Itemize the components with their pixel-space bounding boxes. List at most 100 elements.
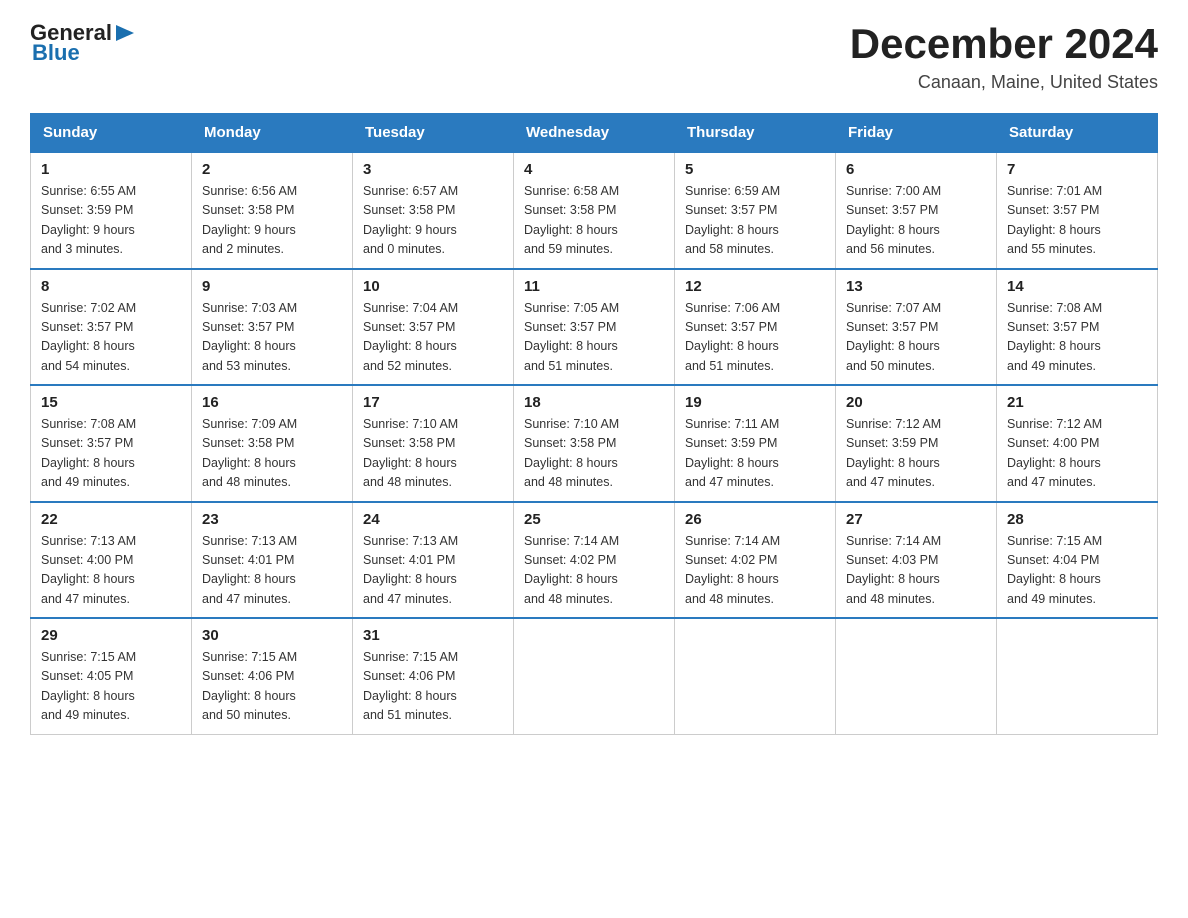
table-row: 2 Sunrise: 6:56 AMSunset: 3:58 PMDayligh…: [192, 152, 353, 269]
table-row: 30 Sunrise: 7:15 AMSunset: 4:06 PMDaylig…: [192, 618, 353, 734]
table-row: 7 Sunrise: 7:01 AMSunset: 3:57 PMDayligh…: [997, 152, 1158, 269]
table-row: 16 Sunrise: 7:09 AMSunset: 3:58 PMDaylig…: [192, 385, 353, 502]
day-info: Sunrise: 6:56 AMSunset: 3:58 PMDaylight:…: [202, 184, 297, 256]
week-row: 29 Sunrise: 7:15 AMSunset: 4:05 PMDaylig…: [31, 618, 1158, 734]
day-info: Sunrise: 7:11 AMSunset: 3:59 PMDaylight:…: [685, 417, 779, 489]
table-row: 31 Sunrise: 7:15 AMSunset: 4:06 PMDaylig…: [353, 618, 514, 734]
day-number: 4: [524, 161, 664, 178]
col-monday: Monday: [192, 114, 353, 153]
day-number: 12: [685, 278, 825, 295]
location-subtitle: Canaan, Maine, United States: [850, 72, 1158, 93]
day-info: Sunrise: 7:13 AMSunset: 4:00 PMDaylight:…: [41, 534, 136, 606]
day-number: 6: [846, 161, 986, 178]
day-info: Sunrise: 7:08 AMSunset: 3:57 PMDaylight:…: [41, 417, 136, 489]
day-info: Sunrise: 7:03 AMSunset: 3:57 PMDaylight:…: [202, 301, 297, 373]
table-row: 19 Sunrise: 7:11 AMSunset: 3:59 PMDaylig…: [675, 385, 836, 502]
logo: General Blue: [30, 20, 136, 66]
day-info: Sunrise: 7:15 AMSunset: 4:06 PMDaylight:…: [202, 650, 297, 722]
table-row: 12 Sunrise: 7:06 AMSunset: 3:57 PMDaylig…: [675, 269, 836, 386]
logo-arrow-icon: [114, 22, 136, 44]
table-row: [675, 618, 836, 734]
table-row: 22 Sunrise: 7:13 AMSunset: 4:00 PMDaylig…: [31, 502, 192, 619]
day-number: 10: [363, 278, 503, 295]
col-sunday: Sunday: [31, 114, 192, 153]
table-row: 17 Sunrise: 7:10 AMSunset: 3:58 PMDaylig…: [353, 385, 514, 502]
day-info: Sunrise: 7:12 AMSunset: 3:59 PMDaylight:…: [846, 417, 941, 489]
day-number: 25: [524, 511, 664, 528]
day-info: Sunrise: 7:08 AMSunset: 3:57 PMDaylight:…: [1007, 301, 1102, 373]
table-row: 3 Sunrise: 6:57 AMSunset: 3:58 PMDayligh…: [353, 152, 514, 269]
day-number: 20: [846, 394, 986, 411]
day-info: Sunrise: 6:58 AMSunset: 3:58 PMDaylight:…: [524, 184, 619, 256]
table-row: 21 Sunrise: 7:12 AMSunset: 4:00 PMDaylig…: [997, 385, 1158, 502]
table-row: [997, 618, 1158, 734]
table-row: 1 Sunrise: 6:55 AMSunset: 3:59 PMDayligh…: [31, 152, 192, 269]
week-row: 22 Sunrise: 7:13 AMSunset: 4:00 PMDaylig…: [31, 502, 1158, 619]
day-info: Sunrise: 7:05 AMSunset: 3:57 PMDaylight:…: [524, 301, 619, 373]
day-number: 23: [202, 511, 342, 528]
day-info: Sunrise: 7:13 AMSunset: 4:01 PMDaylight:…: [363, 534, 458, 606]
table-row: 5 Sunrise: 6:59 AMSunset: 3:57 PMDayligh…: [675, 152, 836, 269]
day-number: 30: [202, 627, 342, 644]
day-number: 11: [524, 278, 664, 295]
day-info: Sunrise: 6:57 AMSunset: 3:58 PMDaylight:…: [363, 184, 458, 256]
day-info: Sunrise: 7:14 AMSunset: 4:02 PMDaylight:…: [524, 534, 619, 606]
day-number: 28: [1007, 511, 1147, 528]
day-number: 22: [41, 511, 181, 528]
day-number: 21: [1007, 394, 1147, 411]
day-info: Sunrise: 6:55 AMSunset: 3:59 PMDaylight:…: [41, 184, 136, 256]
day-info: Sunrise: 7:07 AMSunset: 3:57 PMDaylight:…: [846, 301, 941, 373]
day-number: 17: [363, 394, 503, 411]
logo-blue-text: Blue: [32, 40, 80, 66]
calendar-header-row: Sunday Monday Tuesday Wednesday Thursday…: [31, 114, 1158, 153]
page-header: General Blue December 2024 Canaan, Maine…: [30, 20, 1158, 93]
day-number: 7: [1007, 161, 1147, 178]
table-row: 29 Sunrise: 7:15 AMSunset: 4:05 PMDaylig…: [31, 618, 192, 734]
col-thursday: Thursday: [675, 114, 836, 153]
week-row: 8 Sunrise: 7:02 AMSunset: 3:57 PMDayligh…: [31, 269, 1158, 386]
table-row: [514, 618, 675, 734]
day-info: Sunrise: 7:15 AMSunset: 4:04 PMDaylight:…: [1007, 534, 1102, 606]
table-row: 26 Sunrise: 7:14 AMSunset: 4:02 PMDaylig…: [675, 502, 836, 619]
table-row: 6 Sunrise: 7:00 AMSunset: 3:57 PMDayligh…: [836, 152, 997, 269]
col-saturday: Saturday: [997, 114, 1158, 153]
day-info: Sunrise: 7:14 AMSunset: 4:03 PMDaylight:…: [846, 534, 941, 606]
day-number: 8: [41, 278, 181, 295]
day-number: 19: [685, 394, 825, 411]
col-friday: Friday: [836, 114, 997, 153]
day-info: Sunrise: 7:12 AMSunset: 4:00 PMDaylight:…: [1007, 417, 1102, 489]
day-info: Sunrise: 7:13 AMSunset: 4:01 PMDaylight:…: [202, 534, 297, 606]
day-number: 1: [41, 161, 181, 178]
day-number: 24: [363, 511, 503, 528]
day-number: 29: [41, 627, 181, 644]
day-number: 31: [363, 627, 503, 644]
day-number: 2: [202, 161, 342, 178]
col-wednesday: Wednesday: [514, 114, 675, 153]
day-number: 27: [846, 511, 986, 528]
day-number: 15: [41, 394, 181, 411]
title-section: December 2024 Canaan, Maine, United Stat…: [850, 20, 1158, 93]
table-row: 28 Sunrise: 7:15 AMSunset: 4:04 PMDaylig…: [997, 502, 1158, 619]
day-info: Sunrise: 7:14 AMSunset: 4:02 PMDaylight:…: [685, 534, 780, 606]
table-row: 27 Sunrise: 7:14 AMSunset: 4:03 PMDaylig…: [836, 502, 997, 619]
day-info: Sunrise: 7:00 AMSunset: 3:57 PMDaylight:…: [846, 184, 941, 256]
day-number: 14: [1007, 278, 1147, 295]
table-row: 20 Sunrise: 7:12 AMSunset: 3:59 PMDaylig…: [836, 385, 997, 502]
day-number: 16: [202, 394, 342, 411]
day-info: Sunrise: 7:01 AMSunset: 3:57 PMDaylight:…: [1007, 184, 1102, 256]
calendar-table: Sunday Monday Tuesday Wednesday Thursday…: [30, 113, 1158, 735]
table-row: 18 Sunrise: 7:10 AMSunset: 3:58 PMDaylig…: [514, 385, 675, 502]
day-info: Sunrise: 7:15 AMSunset: 4:06 PMDaylight:…: [363, 650, 458, 722]
day-number: 3: [363, 161, 503, 178]
day-number: 9: [202, 278, 342, 295]
table-row: [836, 618, 997, 734]
table-row: 8 Sunrise: 7:02 AMSunset: 3:57 PMDayligh…: [31, 269, 192, 386]
table-row: 24 Sunrise: 7:13 AMSunset: 4:01 PMDaylig…: [353, 502, 514, 619]
day-info: Sunrise: 7:04 AMSunset: 3:57 PMDaylight:…: [363, 301, 458, 373]
week-row: 15 Sunrise: 7:08 AMSunset: 3:57 PMDaylig…: [31, 385, 1158, 502]
table-row: 25 Sunrise: 7:14 AMSunset: 4:02 PMDaylig…: [514, 502, 675, 619]
table-row: 14 Sunrise: 7:08 AMSunset: 3:57 PMDaylig…: [997, 269, 1158, 386]
day-info: Sunrise: 6:59 AMSunset: 3:57 PMDaylight:…: [685, 184, 780, 256]
col-tuesday: Tuesday: [353, 114, 514, 153]
day-info: Sunrise: 7:10 AMSunset: 3:58 PMDaylight:…: [524, 417, 619, 489]
